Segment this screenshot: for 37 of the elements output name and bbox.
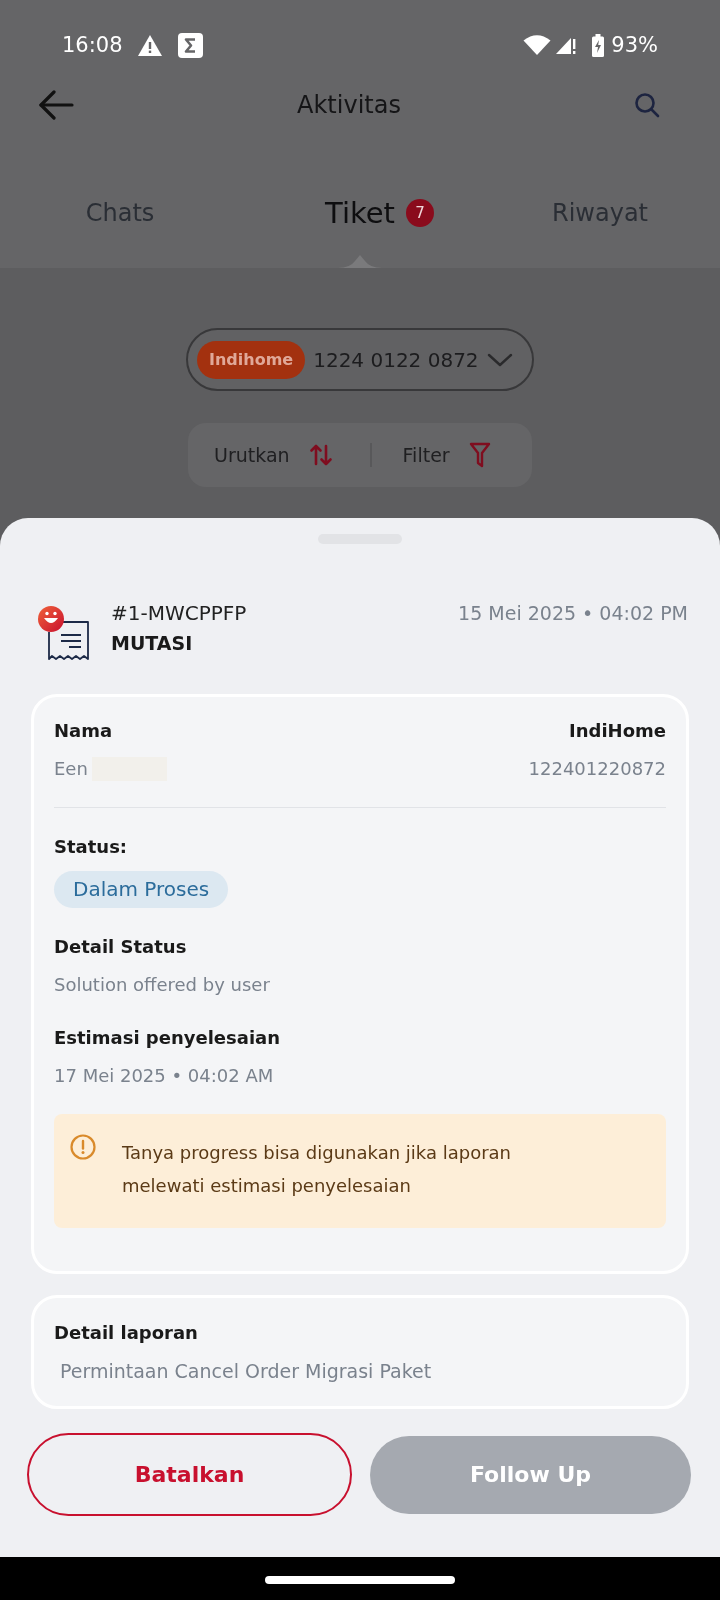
filter-icon — [468, 442, 491, 468]
status-chip: Dalam Proses — [54, 871, 229, 908]
sort-icon — [308, 443, 333, 467]
battery-percent: 93% — [611, 33, 658, 57]
filter-button[interactable]: Filter — [402, 442, 491, 468]
estimate-value: 17 Mei 2025 • 04:02 AM — [54, 1064, 275, 1088]
ticket-category: MUTASI — [111, 631, 194, 656]
ticket-id: #1-MWCPPFP — [111, 600, 247, 627]
action-button[interactable]: Batalkan — [27, 1433, 352, 1516]
info-icon — [70, 1134, 96, 1160]
detail-status-label: Detail Status — [54, 935, 188, 959]
name-label: Nama — [54, 719, 114, 743]
warning-icon — [137, 34, 162, 56]
screen-title: Aktivitas — [297, 91, 401, 119]
service-label: IndiHome — [569, 719, 666, 743]
count-badge: 7 — [405, 199, 434, 227]
notice-text: Tanya progress bisa digunakan jika laporan melewati estimasi penyelesaian — [122, 1141, 512, 1198]
account-dropdown[interactable]: Indihome 1224 0122 0872 — [186, 328, 534, 391]
name-value: Een — [54, 757, 88, 781]
chevron-down-icon — [487, 352, 513, 367]
battery-icon — [592, 33, 605, 57]
report-label: Detail laporan — [54, 1321, 199, 1345]
detail-status-value: Solution offered by user — [54, 973, 271, 997]
search-icon[interactable] — [634, 92, 660, 118]
sort-button[interactable]: Urutkan — [214, 443, 333, 467]
tab[interactable]: Riwayat — [552, 195, 648, 231]
status-label: Status: — [54, 835, 129, 859]
sigma-icon — [177, 32, 203, 58]
tab[interactable]: Chats — [85, 195, 155, 231]
service-tag: Indihome — [197, 340, 306, 379]
service-number: 122401220872 — [528, 757, 666, 781]
ticket-date: 15 Mei 2025 • 04:02 PM — [458, 601, 688, 626]
estimate-label: Estimasi penyelesaian — [54, 1026, 282, 1050]
status-time: 16:08 — [62, 33, 123, 57]
report-value: Permintaan Cancel Order Migrasi Paket — [59, 1359, 433, 1384]
back-icon[interactable] — [38, 90, 74, 120]
wifi-icon — [523, 34, 552, 56]
